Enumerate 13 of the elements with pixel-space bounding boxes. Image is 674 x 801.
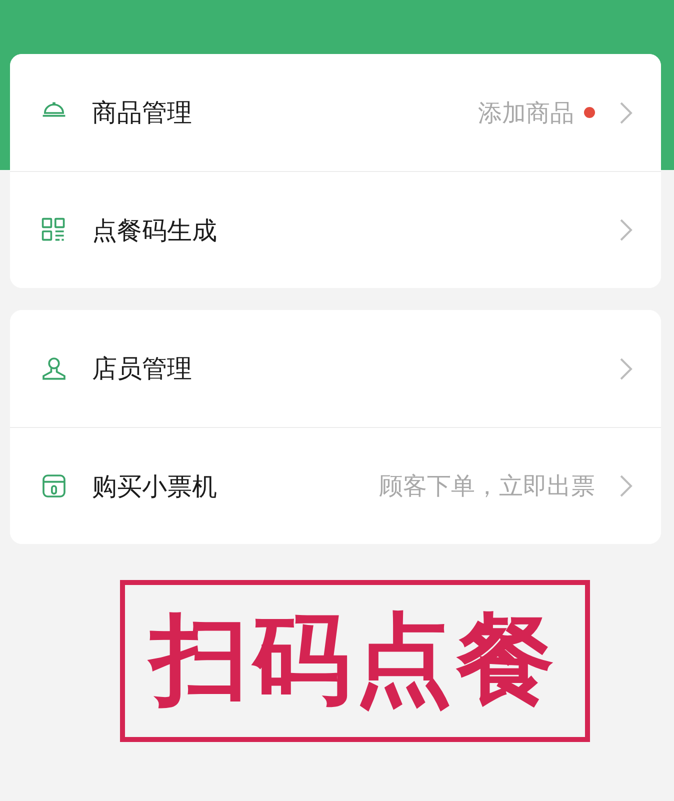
- item-label: 商品管理: [92, 97, 193, 129]
- item-label: 购买小票机: [92, 470, 218, 502]
- item-label: 店员管理: [92, 353, 193, 385]
- item-hint: 顾客下单，立即出票: [379, 471, 595, 502]
- person-icon: [40, 354, 68, 382]
- caption-text: 扫码点餐: [120, 580, 590, 742]
- chevron-icon: [619, 100, 633, 124]
- chevron-icon: [619, 218, 633, 242]
- chevron-icon: [619, 474, 633, 498]
- printer-icon: [40, 472, 68, 500]
- item-hint: 添加商品: [478, 98, 574, 128]
- chevron-icon: [619, 356, 633, 380]
- item-label: 点餐码生成: [92, 214, 218, 246]
